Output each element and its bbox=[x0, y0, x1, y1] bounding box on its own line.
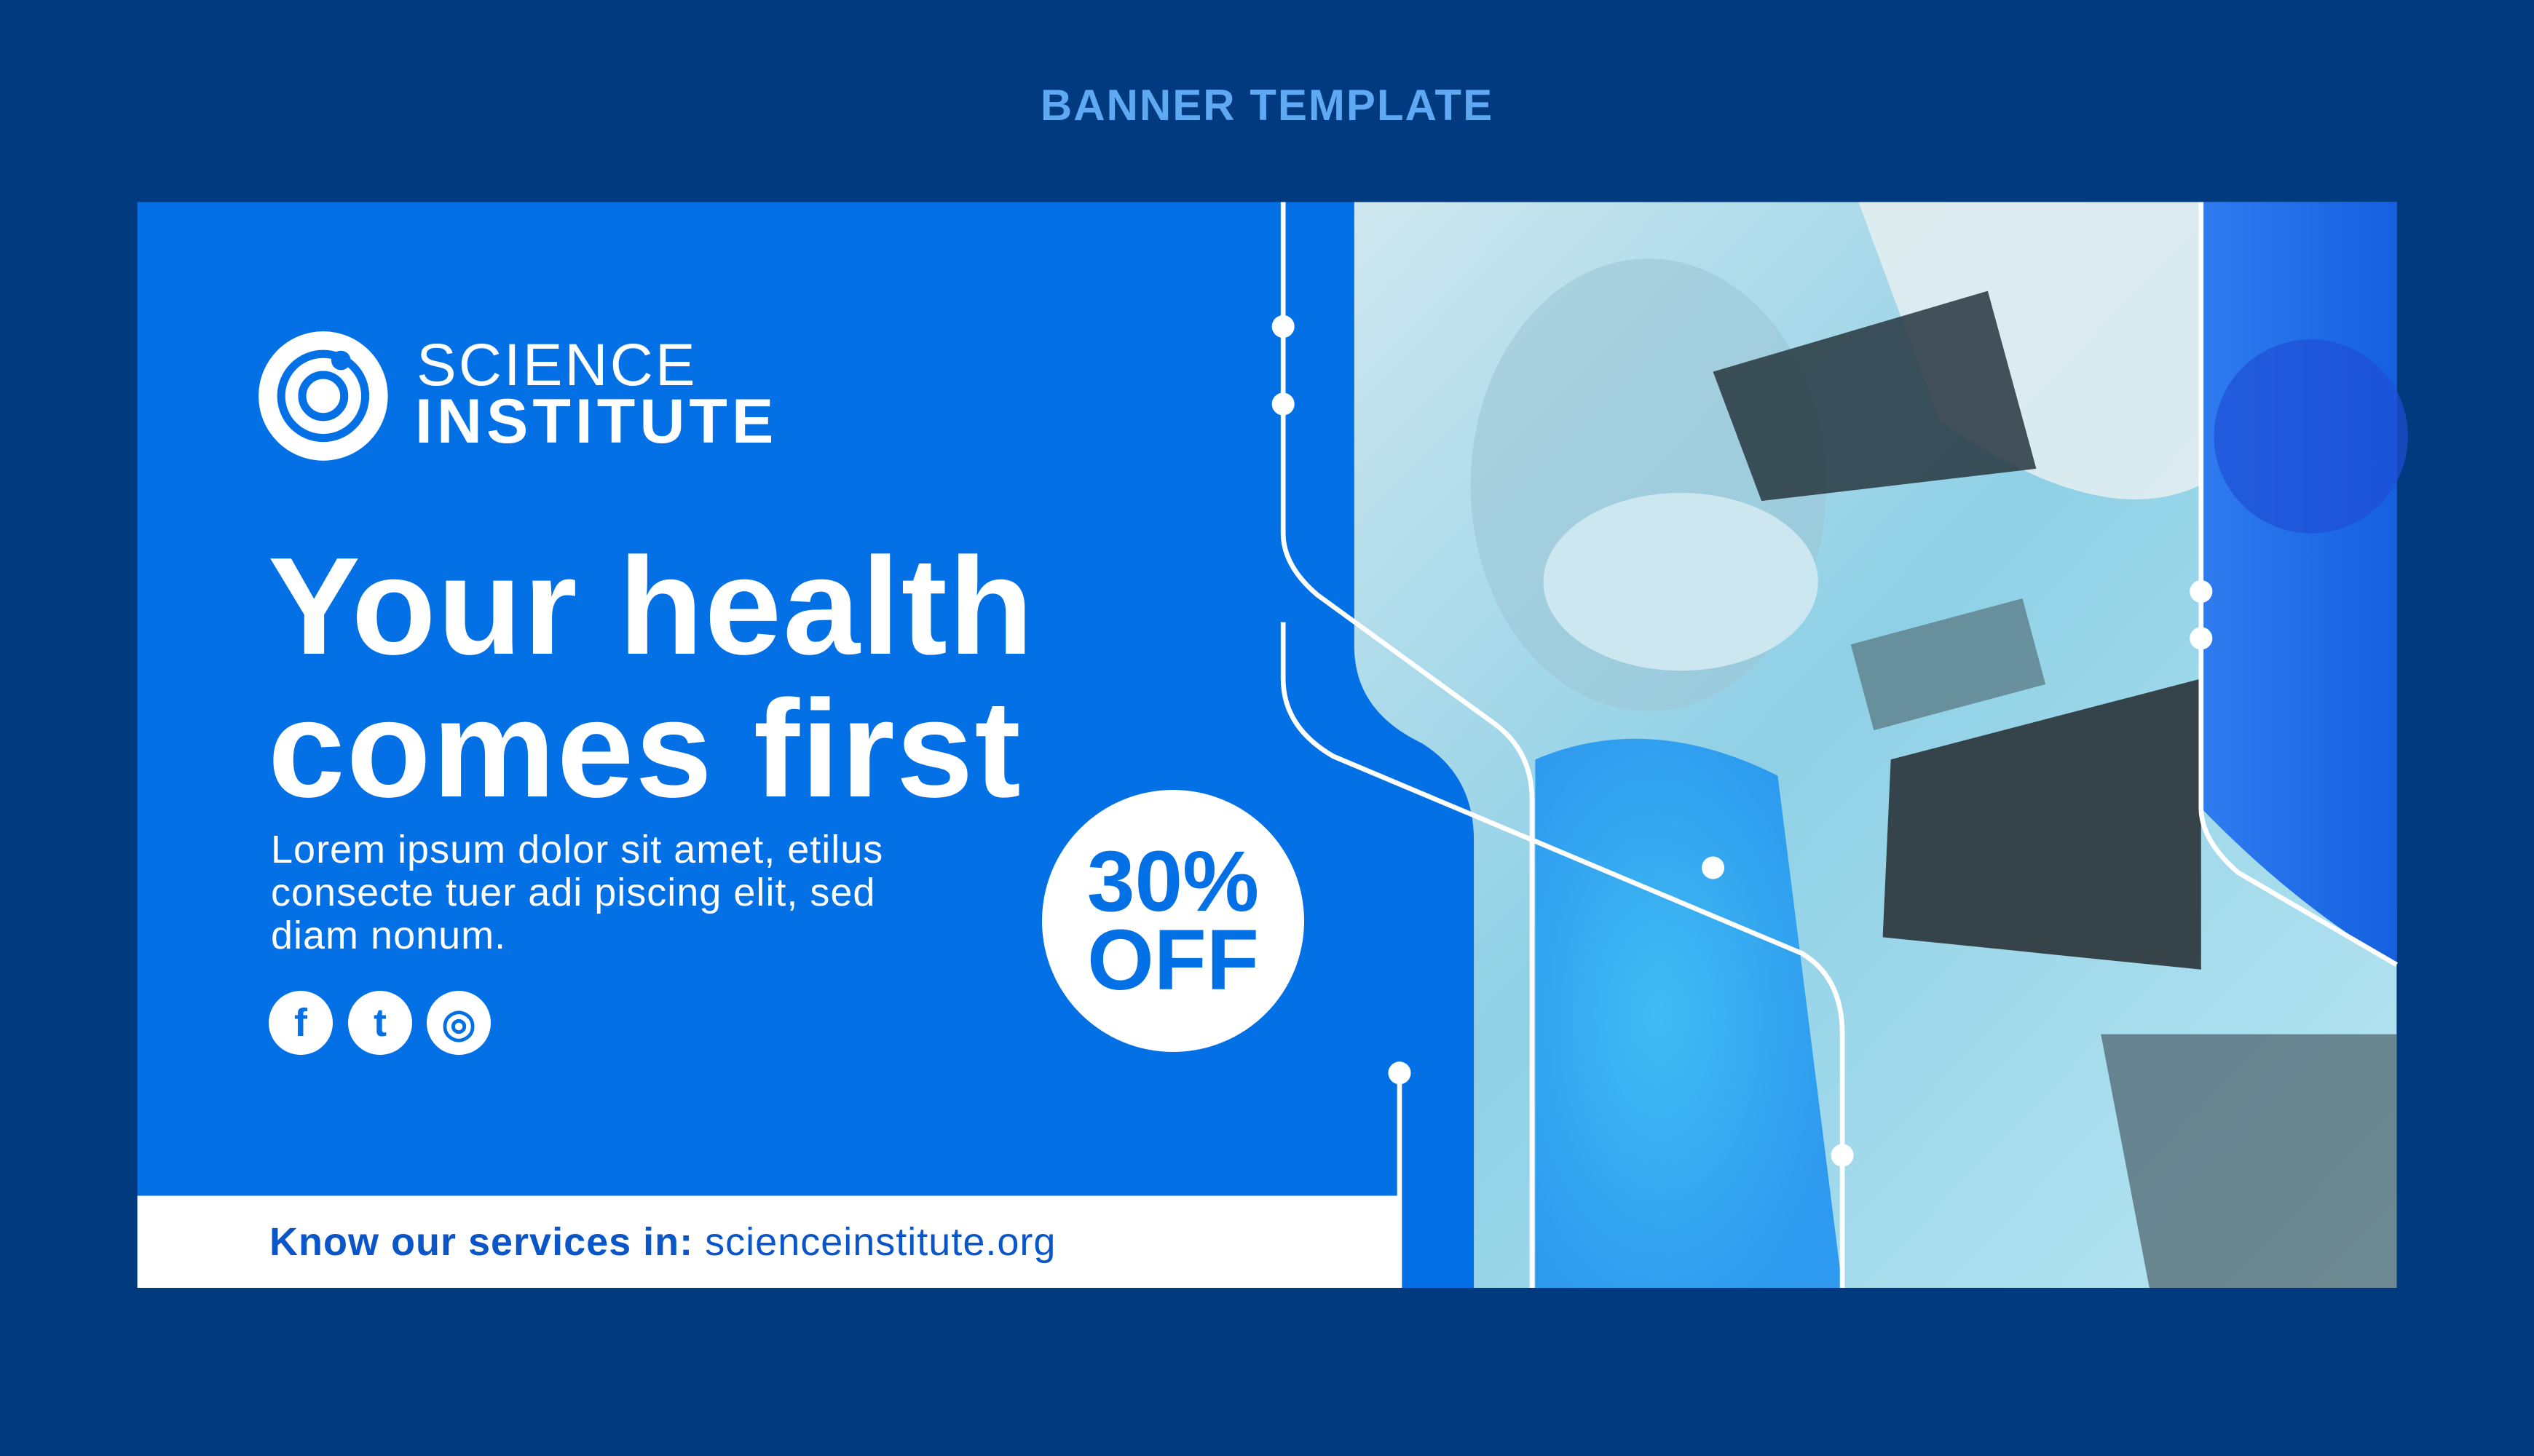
footer-text: Know our services in: scienceinstitute.o… bbox=[269, 1219, 1056, 1265]
footer-label: Know our services in: bbox=[269, 1220, 694, 1264]
instagram-icon[interactable]: ◎ bbox=[427, 991, 491, 1055]
discount-value: 30% bbox=[1086, 834, 1260, 930]
discount-badge: 30% OFF bbox=[1042, 790, 1304, 1052]
twitter-icon[interactable]: t bbox=[348, 991, 412, 1055]
atom-ring-icon bbox=[258, 331, 388, 461]
brand-name-line2: INSTITUTE bbox=[415, 387, 778, 456]
facebook-icon[interactable]: f bbox=[269, 991, 333, 1055]
headline-line1: Your health bbox=[268, 529, 1035, 684]
headline-line2: comes first bbox=[268, 672, 1022, 826]
face-mask bbox=[1543, 493, 1818, 671]
body-text: Lorem ipsum dolor sit amet, etilus conse… bbox=[271, 828, 884, 957]
discount-label: OFF bbox=[1087, 912, 1259, 1008]
headline: Your health comes first bbox=[268, 535, 1035, 820]
footer-url-link[interactable]: scienceinstitute.org bbox=[705, 1220, 1056, 1264]
